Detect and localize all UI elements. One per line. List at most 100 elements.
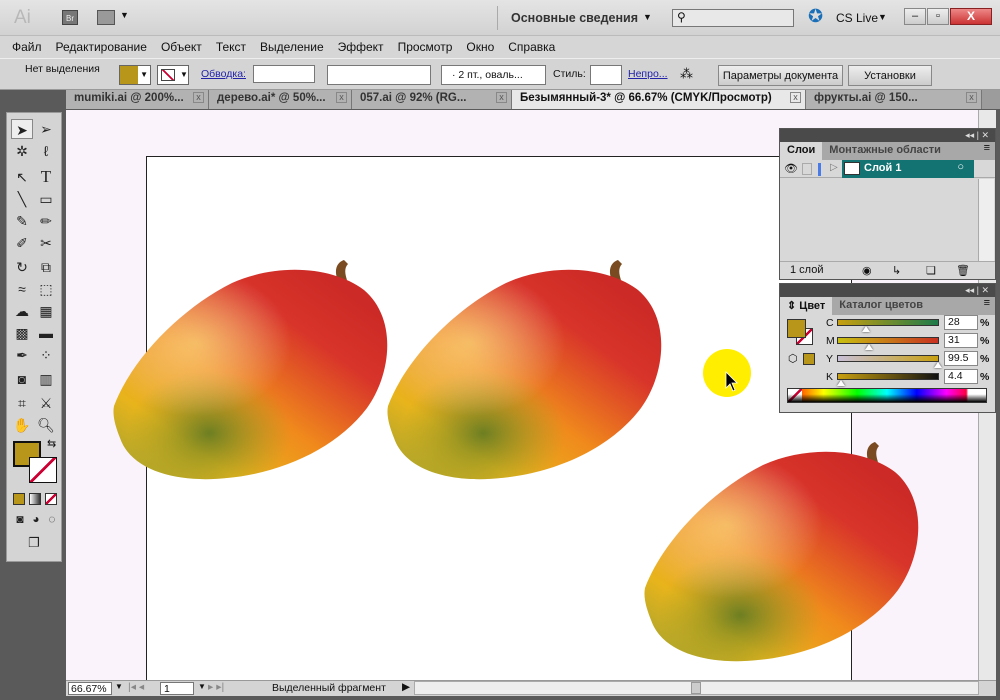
blend-tool-icon[interactable]: ⁘ xyxy=(35,345,57,365)
bridge-button[interactable]: Br xyxy=(62,10,78,25)
fill-swatch[interactable] xyxy=(787,319,806,338)
channel-value-input[interactable]: 31 xyxy=(944,333,978,348)
lock-toggle[interactable] xyxy=(802,163,812,175)
graph-tool-icon[interactable]: ▥ xyxy=(35,369,57,389)
horizontal-scrollbar[interactable] xyxy=(414,681,979,695)
mesh-tool-icon[interactable]: ▩ xyxy=(11,323,33,343)
paintbrush-icon[interactable]: ✎ xyxy=(11,211,33,231)
menu-view[interactable]: Просмотр xyxy=(398,40,453,54)
channel-value-input[interactable]: 99.5 xyxy=(944,351,978,366)
mango-3[interactable] xyxy=(644,442,919,662)
hand-tool-icon[interactable]: ✋ xyxy=(11,415,33,435)
delete-icon[interactable]: 🗑︎ xyxy=(956,264,970,277)
layer-name[interactable]: Слой 1 xyxy=(864,162,901,174)
recolor-icon[interactable]: ⁂ xyxy=(680,66,693,82)
rectangle-tool-icon[interactable]: ▭ xyxy=(35,189,57,209)
menu-text[interactable]: Текст xyxy=(216,40,246,54)
search-input[interactable]: ⚲ xyxy=(672,9,794,27)
panel-menu-icon[interactable]: ≡ xyxy=(930,297,995,315)
color-mode-icon[interactable] xyxy=(13,493,25,505)
status-menu-arrow-icon[interactable]: ▶ xyxy=(402,681,410,693)
panel-menu-icon[interactable]: ≡ xyxy=(948,142,995,160)
color-spectrum[interactable] xyxy=(787,388,987,403)
pen-tool-icon[interactable]: ↖ xyxy=(11,167,33,187)
graphic-style-select[interactable] xyxy=(590,65,622,85)
channel-value-input[interactable]: 28 xyxy=(944,315,978,330)
tab-color[interactable]: ⇕ Цвет xyxy=(780,297,833,315)
slider-handle[interactable] xyxy=(864,344,873,350)
channel-slider-m[interactable] xyxy=(837,337,939,344)
menu-effect[interactable]: Эффект xyxy=(338,40,384,54)
perspective-grid-icon[interactable]: ▦ xyxy=(35,301,57,321)
draw-inside-icon[interactable]: ◌ xyxy=(41,509,63,529)
scale-tool-icon[interactable]: ⧉ xyxy=(35,257,57,277)
direct-selection-tool-icon[interactable]: ➢ xyxy=(35,119,57,139)
close-button[interactable]: X xyxy=(950,8,992,25)
tab-swatches[interactable]: Каталог цветов xyxy=(832,297,930,315)
cs-live-button[interactable]: CS Live xyxy=(836,11,878,25)
target-circle-icon[interactable]: ○ xyxy=(957,161,964,173)
screen-mode-icon[interactable]: ❐ xyxy=(23,533,45,553)
arrange-documents-button[interactable] xyxy=(97,10,115,25)
tab-frukty[interactable]: фрукты.ai @ 150... x xyxy=(806,90,982,109)
expand-triangle-icon[interactable]: ▷ xyxy=(830,162,838,173)
workspace-switcher[interactable]: Основные сведения xyxy=(511,11,638,25)
symbol-sprayer-icon[interactable]: ◙ xyxy=(11,369,33,389)
maximize-button[interactable]: ▫ xyxy=(927,8,949,25)
tab-mumiki[interactable]: mumiki.ai @ 200%... x xyxy=(66,90,209,109)
scissors-icon[interactable]: ✂ xyxy=(35,233,57,253)
new-sublayer-icon[interactable]: ↳ xyxy=(892,264,901,277)
tab-derevo[interactable]: дерево.ai* @ 50%... x xyxy=(209,90,352,109)
chevron-down-icon[interactable]: ▼ xyxy=(115,682,123,691)
visibility-eye-icon[interactable]: 👁︎ xyxy=(784,162,798,175)
menu-object[interactable]: Объект xyxy=(161,40,202,54)
shape-builder-icon[interactable]: ☁ xyxy=(11,301,33,321)
slider-handle[interactable] xyxy=(934,362,943,368)
selection-tool-icon[interactable]: ➤ xyxy=(11,119,33,139)
mango-2[interactable] xyxy=(387,260,662,480)
layer-row[interactable]: 👁︎ ▷ Слой 1 ○ xyxy=(780,160,995,178)
lasso-icon[interactable]: ℓ xyxy=(35,141,57,161)
minimize-button[interactable]: – xyxy=(904,8,926,25)
warp-tool-icon[interactable]: ≈ xyxy=(11,279,33,299)
tab-057[interactable]: 057.ai @ 92% (RG... x xyxy=(352,90,512,109)
stroke-link[interactable]: Обводка: xyxy=(201,68,246,80)
mango-1[interactable] xyxy=(113,260,388,480)
channel-slider-k[interactable] xyxy=(837,373,939,380)
artboard-number-input[interactable]: 1 xyxy=(160,682,194,695)
menu-file[interactable]: Файл xyxy=(12,40,42,54)
artboard-tool-icon[interactable]: ⌗ xyxy=(11,393,33,413)
magic-wand-icon[interactable]: ✲ xyxy=(11,141,33,161)
menu-edit[interactable]: Редактирование xyxy=(56,40,147,54)
stroke-weight-input[interactable] xyxy=(253,65,315,83)
swap-icon[interactable]: ⇆ xyxy=(47,437,56,450)
eyedropper-icon[interactable]: ✒ xyxy=(11,345,33,365)
gamut-swatch[interactable] xyxy=(803,353,815,365)
close-icon[interactable]: x xyxy=(336,92,347,103)
free-transform-icon[interactable]: ⬚ xyxy=(35,279,57,299)
gradient-tool-icon[interactable]: ▬ xyxy=(35,323,57,343)
document-setup-button[interactable]: Параметры документа xyxy=(718,65,843,86)
menu-select[interactable]: Выделение xyxy=(260,40,324,54)
first-artboard-icon[interactable]: |◂ ◂ xyxy=(128,681,144,693)
out-of-gamut-icon[interactable]: ⬡ xyxy=(788,352,798,365)
status-info[interactable]: Выделенный фрагмент xyxy=(272,682,386,694)
channel-slider-y[interactable] xyxy=(837,355,939,362)
zoom-level-input[interactable]: 66.67% xyxy=(68,682,112,695)
fill-color-picker[interactable]: ▼ xyxy=(119,65,151,85)
slider-handle[interactable] xyxy=(861,326,870,332)
layers-scrollbar[interactable] xyxy=(978,179,994,261)
slider-handle[interactable] xyxy=(837,380,846,386)
gradient-mode-icon[interactable] xyxy=(29,493,41,505)
type-tool-icon[interactable]: T xyxy=(35,167,57,187)
none-mode-icon[interactable] xyxy=(45,493,57,505)
zoom-tool-icon[interactable]: 🔍︎ xyxy=(35,415,57,435)
scroll-thumb[interactable] xyxy=(691,682,701,694)
opacity-link[interactable]: Непро... xyxy=(628,68,668,80)
stroke-swatch[interactable] xyxy=(29,457,57,483)
close-icon[interactable]: x xyxy=(966,92,977,103)
tab-untitled-3[interactable]: Безымянный-3* @ 66.67% (CMYK/Просмотр) x xyxy=(512,90,806,109)
channel-value-input[interactable]: 4.4 xyxy=(944,369,978,384)
close-icon[interactable]: x xyxy=(496,92,507,103)
tab-layers[interactable]: Слои xyxy=(780,142,823,160)
